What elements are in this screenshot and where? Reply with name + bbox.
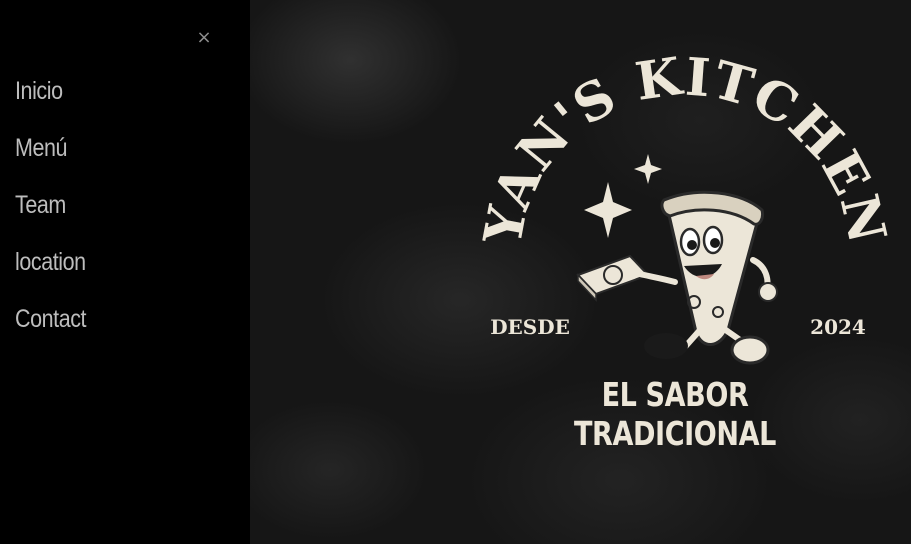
sparkle-icon bbox=[634, 154, 662, 184]
sparkle-icon bbox=[584, 182, 632, 238]
nav-item-team[interactable]: Team bbox=[15, 186, 86, 243]
brand-logo: YAN'S KITCHEN DESDE 2024 bbox=[472, 46, 890, 365]
sidebar-menu: × Inicio Menú Team location Contact bbox=[0, 0, 250, 544]
nav-item-contact[interactable]: Contact bbox=[15, 300, 87, 357]
right-caption: 2024 bbox=[810, 315, 866, 339]
pizza-slice-mascot bbox=[637, 190, 778, 365]
nav-list: Inicio Menú Team location Contact bbox=[15, 72, 98, 357]
pizza-box bbox=[576, 254, 650, 302]
nav-item-menu[interactable]: Menú bbox=[15, 129, 86, 186]
nav-item-location[interactable]: location bbox=[15, 243, 86, 300]
close-button[interactable]: × bbox=[194, 27, 214, 49]
nav-item-inicio[interactable]: Inicio bbox=[15, 72, 86, 129]
tagline: EL SABOR TRADICIONAL bbox=[573, 375, 777, 453]
left-caption: DESDE bbox=[490, 315, 570, 339]
